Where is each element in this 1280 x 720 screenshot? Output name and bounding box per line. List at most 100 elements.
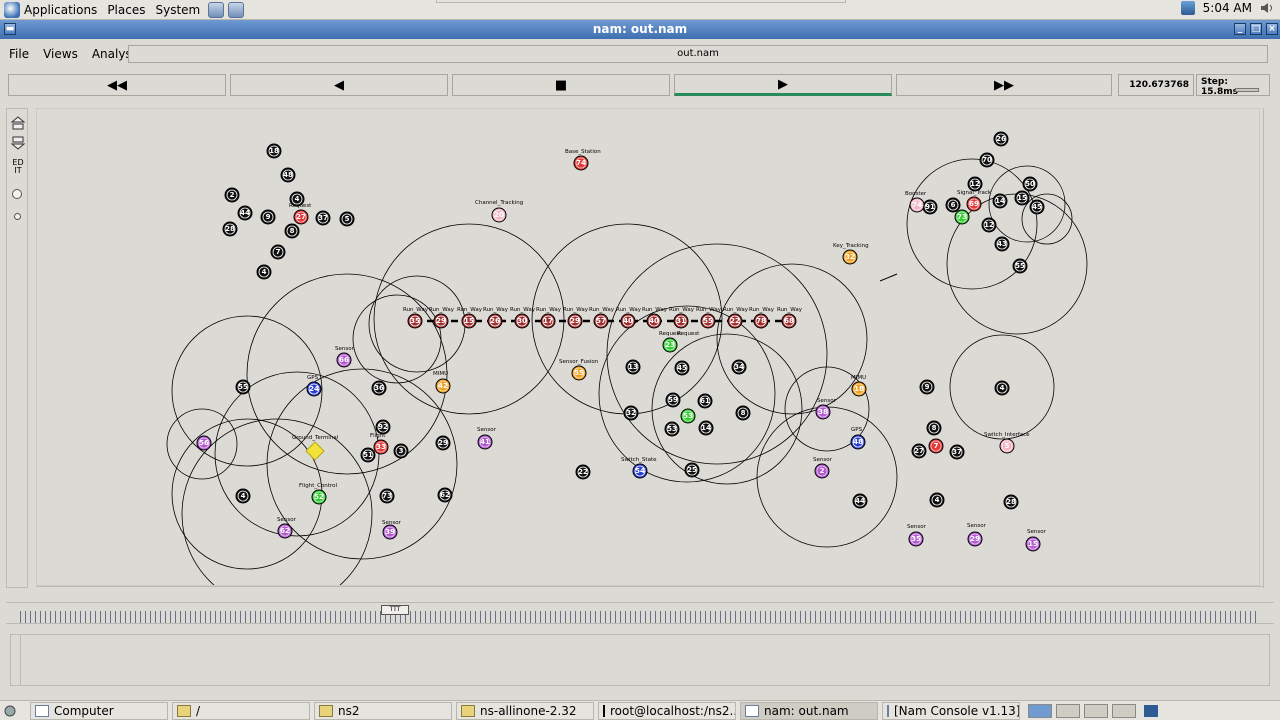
task-ns2-folder[interactable]: ns2 xyxy=(314,702,452,720)
node-tool-icon[interactable] xyxy=(14,213,21,220)
black-node[interactable]: 15 xyxy=(1014,190,1030,206)
green-node[interactable]: 73 xyxy=(954,209,970,225)
stop-button[interactable]: ■ xyxy=(452,74,670,96)
black-node[interactable]: 45 xyxy=(674,360,690,376)
maximize-button[interactable]: □ xyxy=(1250,23,1262,35)
edit-tool[interactable]: ED IT xyxy=(10,159,26,175)
fast-forward-button[interactable]: ▶▶ xyxy=(896,74,1112,96)
browser-launcher-icon[interactable] xyxy=(208,1,225,18)
black-node[interactable]: 91 xyxy=(922,199,938,215)
black-node[interactable]: 5 xyxy=(339,211,355,227)
purple-node[interactable]: 56 xyxy=(196,435,212,451)
green-node[interactable]: 23 xyxy=(662,337,678,353)
black-node[interactable]: 37 xyxy=(949,444,965,460)
black-node[interactable]: 34 xyxy=(731,359,747,375)
blue-node[interactable]: 48 xyxy=(850,434,866,450)
play-button[interactable]: ▶ xyxy=(674,74,892,96)
dark_red-node[interactable]: 57 xyxy=(593,313,609,329)
black-node[interactable]: 28 xyxy=(1003,494,1019,510)
dark_red-node[interactable]: 55 xyxy=(700,313,716,329)
places-menu[interactable]: Places xyxy=(103,0,151,20)
black-node[interactable]: 36 xyxy=(371,380,387,396)
system-menu[interactable]: System xyxy=(151,0,206,20)
black-node[interactable]: 55 xyxy=(235,379,251,395)
black-node[interactable]: 43 xyxy=(994,236,1010,252)
black-node[interactable]: 8 xyxy=(735,405,751,421)
black-node[interactable]: 27 xyxy=(911,443,927,459)
purple-node[interactable]: 38 xyxy=(815,404,831,420)
purple-node[interactable]: 2 xyxy=(814,463,830,479)
black-node[interactable]: 92 xyxy=(375,419,391,435)
minimize-button[interactable]: _ xyxy=(1234,23,1246,35)
pink-node[interactable]: 5 xyxy=(999,438,1015,454)
black-node[interactable]: 6 xyxy=(945,197,961,213)
zoom-out-icon[interactable] xyxy=(10,135,26,151)
dark_red-node[interactable]: 31 xyxy=(673,313,689,329)
black-node[interactable]: 25 xyxy=(684,462,700,478)
black-node[interactable]: 44 xyxy=(237,205,253,221)
dark_red-node[interactable]: 40 xyxy=(646,313,662,329)
task-nam[interactable]: nam: out.nam xyxy=(740,702,878,720)
dark_red-node[interactable]: 29 xyxy=(567,313,583,329)
file-menu[interactable]: File xyxy=(4,47,34,61)
purple-node[interactable]: 62 xyxy=(277,523,293,539)
red-node[interactable]: 33 xyxy=(373,439,389,455)
black-node[interactable]: 4 xyxy=(929,492,945,508)
black-node[interactable]: 59 xyxy=(665,392,681,408)
red-node[interactable]: 7 xyxy=(928,438,944,454)
black-node[interactable]: 73 xyxy=(379,488,395,504)
views-menu[interactable]: Views xyxy=(38,47,83,61)
black-node[interactable]: 8 xyxy=(284,223,300,239)
yellow-node[interactable] xyxy=(305,441,325,461)
close-button[interactable]: × xyxy=(1266,23,1278,35)
purple-node[interactable]: 15 xyxy=(1025,536,1041,552)
trash-icon[interactable] xyxy=(1144,705,1158,717)
zoom-in-icon[interactable] xyxy=(10,115,26,131)
monitor-tool-icon[interactable] xyxy=(12,189,22,199)
volume-icon[interactable] xyxy=(1260,1,1274,15)
step-back-button[interactable]: ◀ xyxy=(230,74,448,96)
black-node[interactable]: 55 xyxy=(1012,258,1028,274)
black-node[interactable]: 62 xyxy=(437,487,453,503)
red-node[interactable]: 74 xyxy=(573,155,589,171)
black-node[interactable]: 4 xyxy=(289,191,305,207)
vertical-scrollbar[interactable] xyxy=(1263,108,1273,588)
black-node[interactable]: 26 xyxy=(993,131,1009,147)
black-node[interactable]: 37 xyxy=(315,210,331,226)
horizontal-scrollbar[interactable] xyxy=(36,586,1264,594)
black-node[interactable]: 3 xyxy=(393,443,409,459)
dark_red-node[interactable]: 40 xyxy=(620,313,636,329)
annotation-scrollbar[interactable] xyxy=(11,635,21,685)
dark_red-node[interactable]: 78 xyxy=(753,313,769,329)
black-node[interactable]: 44 xyxy=(852,493,868,509)
black-node[interactable]: 61 xyxy=(697,393,713,409)
black-node[interactable]: 13 xyxy=(625,359,641,375)
task-terminal[interactable]: root@localhost:/ns2... xyxy=(598,702,736,720)
dark_red-node[interactable]: 17 xyxy=(540,313,556,329)
workspace-4[interactable] xyxy=(1112,704,1136,718)
time-slider[interactable]: TTT xyxy=(6,602,1274,624)
orange-node[interactable]: 55 xyxy=(571,365,587,381)
task-ns-allinone[interactable]: ns-allinone-2.32 xyxy=(456,702,594,720)
pink-node[interactable]: 20 xyxy=(491,207,507,223)
black-node[interactable]: 9 xyxy=(919,379,935,395)
blue-node[interactable]: 24 xyxy=(306,381,322,397)
blue-node[interactable]: 54 xyxy=(632,463,648,479)
pink-node[interactable]: 74 xyxy=(909,197,925,213)
black-node[interactable]: 12 xyxy=(981,217,997,233)
task-nam-console[interactable]: [Nam Console v1.13] xyxy=(882,702,1020,720)
black-node[interactable]: 2 xyxy=(224,187,240,203)
time-slider-thumb[interactable]: TTT xyxy=(381,605,409,615)
purple-node[interactable]: 29 xyxy=(967,531,983,547)
black-node[interactable]: 53 xyxy=(664,421,680,437)
mail-launcher-icon[interactable] xyxy=(228,1,245,18)
dark_red-node[interactable]: 15 xyxy=(461,313,477,329)
green-node[interactable]: 53 xyxy=(680,408,696,424)
purple-node[interactable]: 39 xyxy=(382,524,398,540)
orange-node[interactable]: 42 xyxy=(435,378,451,394)
black-node[interactable]: 14 xyxy=(992,193,1008,209)
purple-node[interactable]: 66 xyxy=(336,352,352,368)
workspace-1[interactable] xyxy=(1028,704,1052,718)
black-node[interactable]: 32 xyxy=(623,405,639,421)
dark_red-node[interactable]: 22 xyxy=(727,313,743,329)
